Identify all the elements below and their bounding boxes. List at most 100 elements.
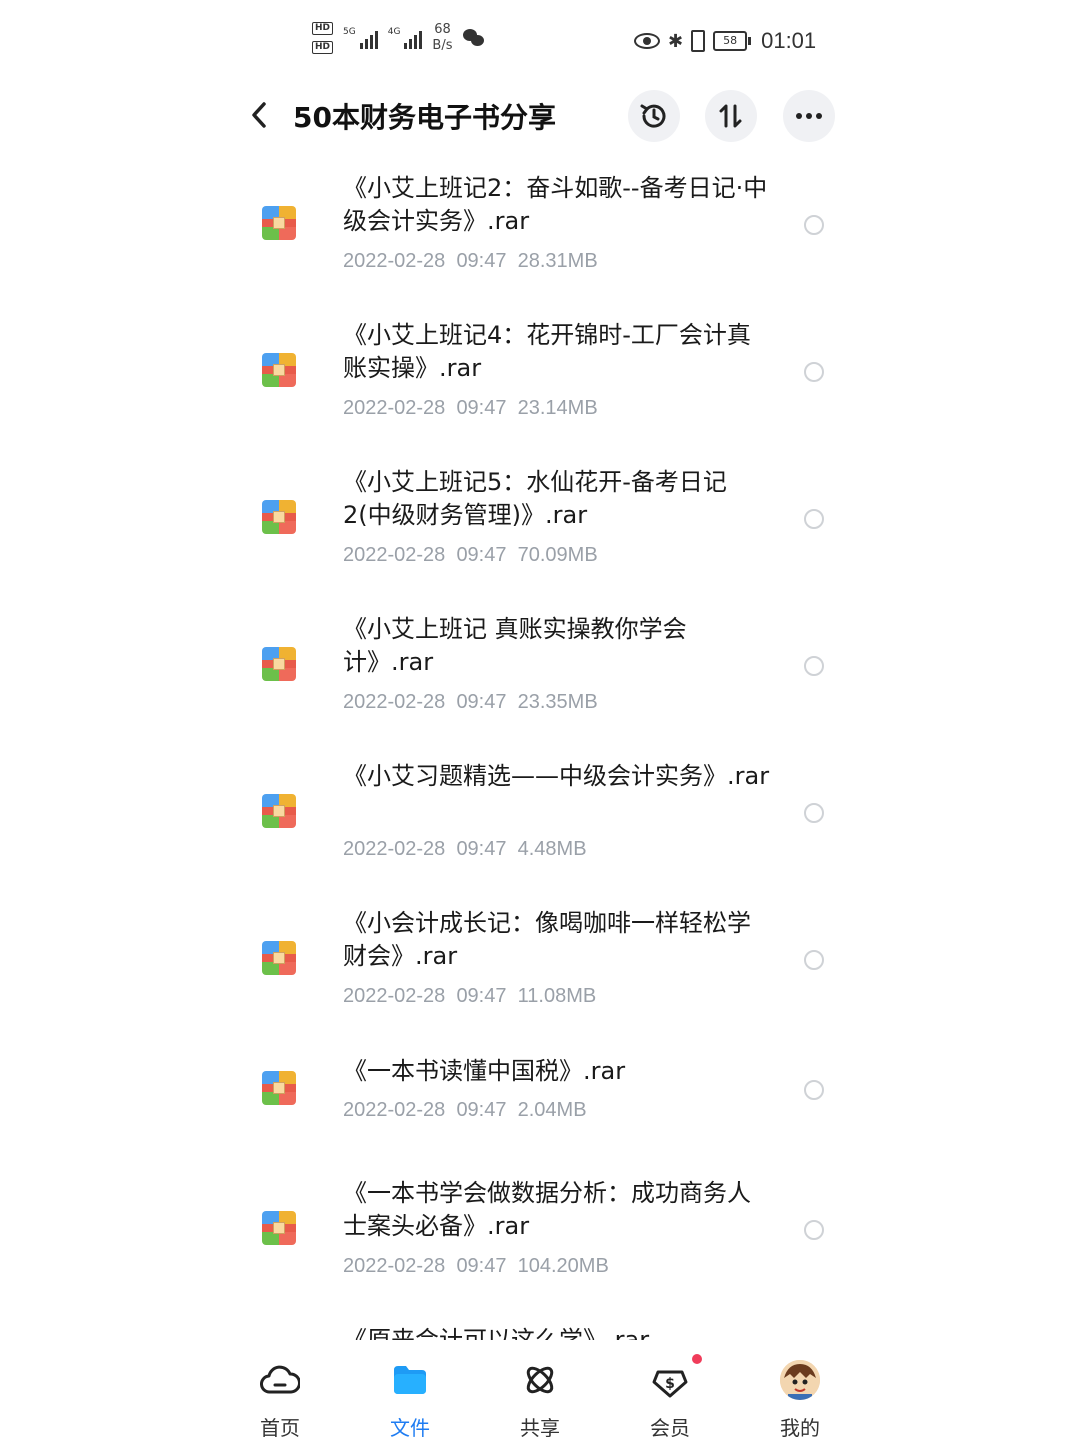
- cloud-home-icon: [260, 1365, 300, 1394]
- file-meta: 2022-02-28 09:47 23.35MB: [343, 691, 598, 714]
- file-name: 《小艾上班记5：水仙花开-备考日记2(中级财务管理)》.rar: [343, 468, 727, 529]
- file-meta: 2022-02-28 09:47 23.14MB: [343, 397, 598, 420]
- file-size: 23.35MB: [517, 691, 598, 713]
- folder-icon: [394, 1366, 426, 1394]
- tab-label: 文件: [390, 1416, 430, 1440]
- archive-file-icon: [262, 1211, 296, 1245]
- hd-badge-2: HD: [312, 41, 334, 54]
- file-name: 《小艾习题精选——中级会计实务》.rar: [343, 762, 770, 790]
- archive-file-icon: [262, 941, 296, 975]
- select-radio[interactable]: [804, 1220, 824, 1240]
- file-date: 2022-02-28: [343, 838, 446, 860]
- file-meta: 2022-02-28 09:47 70.09MB: [343, 544, 598, 567]
- tab-label: 首页: [260, 1416, 300, 1440]
- select-radio[interactable]: [804, 1080, 824, 1100]
- notification-badge: [692, 1354, 702, 1364]
- tab-files[interactable]: 文件: [360, 1342, 460, 1440]
- tab-me[interactable]: 我的: [750, 1342, 850, 1440]
- wechat-icon: [462, 29, 485, 47]
- file-date: 2022-02-28: [343, 250, 446, 272]
- file-size: 104.20MB: [517, 1255, 609, 1277]
- file-date: 2022-02-28: [343, 1255, 446, 1277]
- file-time: 09:47: [456, 838, 507, 860]
- bluetooth-icon: ✱: [668, 30, 684, 52]
- file-time: 09:47: [456, 250, 507, 272]
- more-button[interactable]: [783, 90, 835, 142]
- file-meta: 2022-02-28 09:47 4.48MB: [343, 838, 587, 861]
- sort-icon: [719, 104, 742, 128]
- select-radio[interactable]: [804, 215, 824, 235]
- file-size: 11.08MB: [517, 985, 597, 1007]
- file-time: 09:47: [456, 397, 507, 419]
- file-date: 2022-02-28: [343, 691, 446, 713]
- file-name: 《原来会计可以这么学》.rar: [343, 1326, 650, 1340]
- signal-5g-icon: 5G: [343, 27, 378, 49]
- vibrate-icon: [691, 30, 706, 52]
- select-radio[interactable]: [804, 803, 824, 823]
- archive-file-icon: [262, 647, 296, 681]
- file-name: 《小艾上班记4：花开锦时-工厂会计真账实操》.rar: [343, 321, 751, 382]
- file-name: 《小艾上班记 真账实操教你学会计》.rar: [343, 615, 687, 676]
- file-time: 09:47: [456, 544, 507, 566]
- signal-4g-icon: 4G: [388, 27, 423, 49]
- avatar-icon: [780, 1360, 820, 1400]
- share-atom-icon: [526, 1366, 554, 1394]
- svg-text:$: $: [665, 1376, 675, 1392]
- select-radio[interactable]: [804, 950, 824, 970]
- file-time: 09:47: [456, 1099, 507, 1121]
- file-name: 《一本书学会做数据分析：成功商务人士案头必备》.rar: [343, 1179, 751, 1240]
- file-meta: 2022-02-28 09:47 11.08MB: [343, 985, 596, 1008]
- status-right: ✱ 58 01:01: [634, 28, 816, 54]
- archive-file-icon: [262, 500, 296, 534]
- archive-file-icon: [262, 1071, 296, 1105]
- network-speed: 68 B/s: [432, 22, 452, 54]
- file-name: 《小艾上班记2：奋斗如歌--备考日记·中级会计实务》.rar: [343, 174, 768, 235]
- battery-icon: 58: [713, 31, 752, 51]
- vip-diamond-icon: $: [652, 1370, 688, 1398]
- chevron-left-icon[interactable]: [246, 98, 274, 132]
- eye-comfort-icon: [634, 33, 660, 49]
- file-meta: 2022-02-28 09:47 28.31MB: [343, 250, 598, 273]
- tab-label: 会员: [650, 1416, 690, 1440]
- tab-label: 共享: [520, 1416, 560, 1440]
- tab-vip[interactable]: $ 会员: [620, 1342, 720, 1440]
- more-icon: [796, 113, 822, 119]
- file-date: 2022-02-28: [343, 544, 446, 566]
- file-name: 《小会计成长记：像喝咖啡一样轻松学财会》.rar: [343, 909, 751, 970]
- tab-label: 我的: [780, 1416, 820, 1440]
- status-left: HD HD 5G 4G 68 B/s: [312, 22, 485, 54]
- select-radio[interactable]: [804, 362, 824, 382]
- history-button[interactable]: [628, 90, 680, 142]
- file-meta: 2022-02-28 09:47 2.04MB: [343, 1099, 587, 1122]
- sort-button[interactable]: [705, 90, 757, 142]
- tab-home[interactable]: 首页: [230, 1342, 330, 1440]
- file-time: 09:47: [456, 1255, 507, 1277]
- file-size: 28.31MB: [517, 250, 598, 272]
- sim-label-1: 5G: [343, 27, 356, 37]
- file-time: 09:47: [456, 691, 507, 713]
- select-radio[interactable]: [804, 509, 824, 529]
- file-name: 《一本书读懂中国税》.rar: [343, 1057, 626, 1085]
- sim-label-2: 4G: [387, 27, 401, 37]
- history-icon: [640, 104, 666, 128]
- archive-file-icon: [262, 206, 296, 240]
- status-bar: HD HD 5G 4G 68 B/s ✱ 58 01:01: [0, 0, 1080, 84]
- hd-indicators: HD HD: [312, 22, 334, 54]
- file-list: 《小艾上班记2：奋斗如歌--备考日记·中级会计实务》.rar 2022-02-2…: [0, 150, 1080, 1340]
- archive-file-icon: [262, 353, 296, 387]
- file-date: 2022-02-28: [343, 397, 446, 419]
- network-speed-unit: B/s: [432, 38, 453, 53]
- file-size: 4.48MB: [517, 838, 587, 860]
- file-size: 2.04MB: [517, 1099, 587, 1121]
- archive-file-icon: [262, 794, 296, 828]
- file-time: 09:47: [456, 985, 507, 1007]
- clock: 01:01: [761, 28, 817, 53]
- file-date: 2022-02-28: [343, 1099, 446, 1121]
- network-speed-value: 68: [434, 22, 451, 37]
- file-size: 70.09MB: [517, 544, 598, 566]
- tab-share[interactable]: 共享: [490, 1342, 590, 1440]
- bottom-tab-bar: 首页 文件 共享 $ 会员 我的: [0, 1342, 1080, 1440]
- header: 50本财务电子书分享: [0, 84, 1080, 148]
- select-radio[interactable]: [804, 656, 824, 676]
- hd-badge-1: HD: [312, 22, 334, 35]
